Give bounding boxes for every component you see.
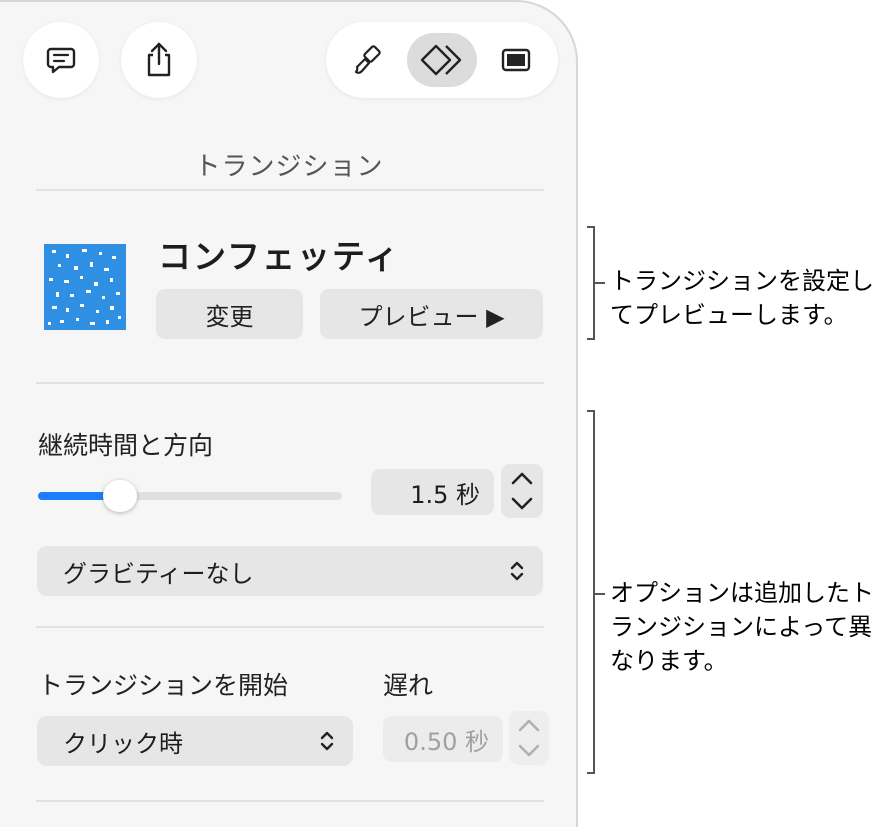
duration-stepper[interactable] — [501, 464, 543, 518]
divider — [36, 189, 544, 191]
start-trigger-value: クリック時 — [63, 729, 183, 758]
stepper-arrows-icon — [511, 472, 533, 510]
callout-line: ランジションによって異 — [610, 613, 873, 641]
delay-stepper[interactable] — [509, 711, 549, 765]
preview-button[interactable]: プレビュー ▶ — [320, 289, 543, 339]
paintbrush-icon — [354, 45, 381, 74]
transition-name: コンフェッティ — [158, 237, 401, 276]
comment-icon — [46, 47, 76, 74]
gravity-popup[interactable]: グラビティーなし — [37, 546, 543, 596]
transition-inspector-panel: トランジション コンフェッティ 変更 プレビュー ▶ 継続時間と方向 1.5 秒 — [0, 0, 578, 827]
format-tab[interactable] — [333, 33, 403, 87]
popup-chevrons-icon — [320, 731, 334, 751]
share-icon — [147, 42, 171, 77]
divider — [36, 382, 544, 384]
animate-tab[interactable] — [407, 33, 477, 87]
callout-line: てプレビューします。 — [610, 301, 848, 329]
delay-field[interactable]: 0.50 秒 — [383, 716, 503, 762]
callout-bracket — [587, 410, 595, 774]
duration-heading: 継続時間と方向 — [38, 431, 214, 460]
start-heading: トランジションを開始 — [38, 671, 289, 700]
inspector-tab-group — [326, 22, 558, 98]
delay-heading: 遅れ — [383, 671, 434, 700]
callout-line: なります。 — [610, 647, 728, 675]
callout-text-2: オプションは追加したト ランジションによって異 なります。 — [610, 576, 874, 678]
duration-slider-knob[interactable] — [103, 480, 138, 512]
change-button[interactable]: 変更 — [156, 289, 303, 339]
comment-button[interactable] — [23, 22, 99, 98]
confetti-thumbnail[interactable] — [44, 244, 126, 330]
stepper-arrows-icon — [518, 719, 540, 757]
callout-leader — [595, 593, 605, 595]
gravity-popup-value: グラビティーなし — [63, 559, 254, 588]
panel-title: トランジション — [194, 152, 384, 182]
document-icon — [501, 48, 531, 72]
callout-leader — [595, 282, 605, 284]
share-button[interactable] — [121, 22, 197, 98]
divider — [36, 800, 544, 802]
start-trigger-popup[interactable]: クリック時 — [37, 716, 353, 766]
callout-bracket — [587, 226, 595, 340]
callout-text-1: トランジションを設定し てプレビューします。 — [610, 264, 874, 332]
callout-line: トランジションを設定し — [610, 267, 874, 295]
animate-icon — [420, 44, 462, 76]
document-tab[interactable] — [481, 33, 551, 87]
callout-line: オプションは追加したト — [610, 579, 874, 607]
popup-chevrons-icon — [510, 561, 524, 581]
duration-field[interactable]: 1.5 秒 — [371, 469, 494, 515]
divider — [36, 626, 544, 628]
